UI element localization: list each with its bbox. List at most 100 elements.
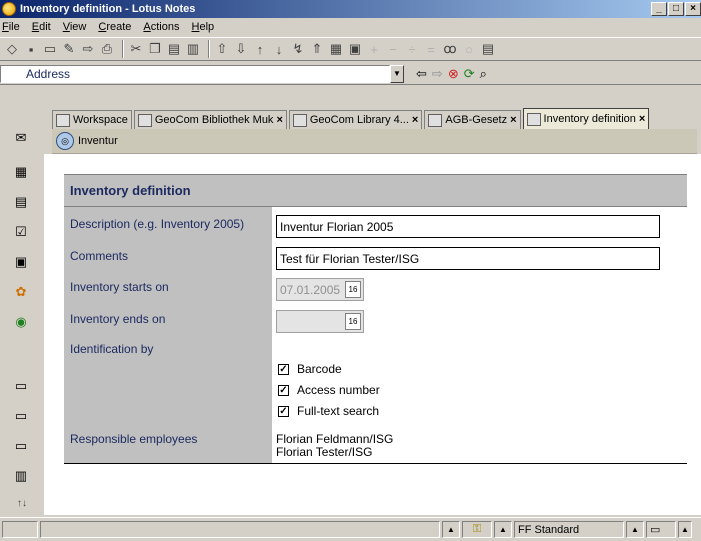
- document-header: ◎ Inventur: [52, 129, 697, 154]
- tab-label: GeoCom Bibliothek Muk: [154, 114, 274, 126]
- expand-section-icon[interactable]: ÷: [404, 41, 420, 57]
- forward-arrow-icon[interactable]: ⇨: [432, 66, 443, 82]
- inbox-icon[interactable]: ▭: [646, 521, 676, 538]
- cut-icon[interactable]: ✂: [128, 41, 144, 57]
- refresh-view-icon[interactable]: ▣: [347, 41, 363, 57]
- databases-bookmark-icon[interactable]: ◉: [10, 311, 32, 333]
- print-preview-icon[interactable]: ▤: [480, 41, 496, 57]
- bookmark-bar: ✉ ▦ ▤ ☑ ▣ ✿ ◉ ▭ ▭ ▭ ▥: [0, 127, 44, 517]
- edit-document-icon[interactable]: ✎: [61, 41, 77, 57]
- form-title: Inventory definition: [64, 174, 687, 207]
- tab-geocom-library[interactable]: GeoCom Library 4... ×: [288, 110, 423, 129]
- search-icon[interactable]: ○: [461, 41, 477, 57]
- move-bottom-icon[interactable]: ⇩: [233, 41, 249, 57]
- menu-file[interactable]: File: [2, 21, 20, 33]
- ends-on-date-field[interactable]: 16: [276, 310, 364, 333]
- view-icon[interactable]: ▦: [328, 41, 344, 57]
- todo-bookmark-icon[interactable]: ☑: [10, 221, 32, 243]
- toolbar-separator: [122, 40, 124, 58]
- minimize-button[interactable]: _: [651, 2, 667, 16]
- navigator-icon[interactable]: ◇: [4, 41, 20, 57]
- menu-create[interactable]: Create: [98, 21, 131, 33]
- search-web-icon[interactable]: ⌕: [480, 66, 487, 82]
- key-icon[interactable]: ⚿: [462, 521, 492, 538]
- comments-field[interactable]: Test für Florian Tester/ISG: [276, 247, 660, 270]
- paste-special-icon[interactable]: ▥: [185, 41, 201, 57]
- lotus-notes-app-icon[interactable]: [2, 2, 16, 16]
- tab-geocom-bibliothek[interactable]: GeoCom Bibliothek Muk ×: [133, 110, 287, 129]
- close-tab-icon[interactable]: ×: [412, 114, 418, 126]
- paragraph-style-selector[interactable]: FF Standard: [514, 521, 624, 538]
- move-down-icon[interactable]: ↓: [271, 41, 287, 57]
- save-icon[interactable]: ▪: [23, 41, 39, 57]
- close-tab-icon[interactable]: ×: [510, 114, 516, 126]
- access-number-checkbox[interactable]: ✓ Access number: [278, 383, 380, 397]
- menu-bar: File Edit View Create Actions Help: [0, 18, 701, 36]
- starts-on-date-field[interactable]: 07.01.2005 16: [276, 278, 364, 301]
- tab-workspace[interactable]: Workspace: [52, 110, 132, 129]
- checkbox-label: Barcode: [297, 362, 342, 376]
- responsible-employee: Florian Tester/ISG: [276, 445, 373, 459]
- navigation-buttons: ⇦ ⇨ ⊗ ⟳ ⌕: [416, 66, 492, 82]
- mail-bookmark-icon[interactable]: ✉: [10, 127, 32, 149]
- open-folder-icon[interactable]: ▭: [42, 41, 58, 57]
- open-database-folder-icon[interactable]: ▭: [10, 405, 32, 427]
- paste-icon[interactable]: ▤: [166, 41, 182, 57]
- status-message-area[interactable]: [40, 521, 440, 538]
- tab-label: GeoCom Library 4...: [309, 114, 409, 126]
- stop-icon[interactable]: ⊗: [448, 66, 459, 82]
- binoculars-icon[interactable]: ꝏ: [442, 41, 458, 57]
- print-icon[interactable]: ⎙: [99, 41, 115, 57]
- library-folder-icon[interactable]: ▥: [10, 465, 32, 487]
- close-tab-icon[interactable]: ×: [276, 114, 282, 126]
- tab-agb-gesetz[interactable]: AGB-Gesetz ×: [424, 110, 521, 129]
- comments-label: Comments: [70, 249, 129, 263]
- barcode-checkbox[interactable]: ✓ Barcode: [278, 362, 342, 376]
- previous-unread-icon[interactable]: ⇑: [309, 41, 325, 57]
- workspace-icon: [56, 113, 70, 127]
- move-top-icon[interactable]: ⇧: [214, 41, 230, 57]
- maximize-button[interactable]: □: [668, 2, 684, 16]
- replicator-bookmark-icon[interactable]: ▣: [10, 251, 32, 273]
- collapse-section-icon[interactable]: =: [423, 41, 439, 57]
- close-tab-icon[interactable]: ×: [639, 113, 645, 125]
- menu-edit[interactable]: Edit: [32, 21, 51, 33]
- full-text-search-checkbox[interactable]: ✓ Full-text search: [278, 404, 379, 418]
- calendar-picker-icon[interactable]: 16: [345, 313, 361, 330]
- description-label: Description (e.g. Inventory 2005): [70, 217, 245, 231]
- status-up-arrow-icon[interactable]: ▲: [494, 521, 512, 538]
- checkbox-checked-icon[interactable]: ✓: [278, 384, 289, 396]
- checkbox-checked-icon[interactable]: ✓: [278, 405, 289, 417]
- address-dropdown-button[interactable]: ▼: [390, 64, 404, 83]
- favorites-bookmark-icon[interactable]: ✿: [10, 281, 32, 303]
- status-up-arrow-icon[interactable]: ▲: [678, 521, 692, 538]
- menu-view[interactable]: View: [63, 21, 87, 33]
- description-field[interactable]: Inventur Florian 2005: [276, 215, 660, 238]
- applications-folder-icon[interactable]: ▭: [10, 435, 32, 457]
- bookmark-scroll-arrows[interactable]: ↑↓: [2, 498, 42, 514]
- status-up-arrow-icon[interactable]: ▲: [442, 521, 460, 538]
- more-bookmarks-folder-icon[interactable]: ▭: [10, 375, 32, 397]
- next-unread-icon[interactable]: ↯: [290, 41, 306, 57]
- checkbox-checked-icon[interactable]: ✓: [278, 363, 289, 375]
- tab-inventory-definition[interactable]: Inventory definition ×: [522, 108, 650, 129]
- identification-label: Identification by: [70, 342, 154, 356]
- close-window-button[interactable]: ×: [685, 2, 701, 16]
- move-up-icon[interactable]: ↑: [252, 41, 268, 57]
- calendar-bookmark-icon[interactable]: ▦: [10, 161, 32, 183]
- refresh-icon[interactable]: ⟳: [464, 66, 475, 82]
- collapse-all-icon[interactable]: −: [385, 41, 401, 57]
- menu-actions[interactable]: Actions: [143, 21, 179, 33]
- menu-help[interactable]: Help: [192, 21, 215, 33]
- status-up-arrow-icon[interactable]: ▲: [626, 521, 644, 538]
- form-label-column: [64, 207, 272, 463]
- address-book-bookmark-icon[interactable]: ▤: [10, 191, 32, 213]
- back-arrow-icon[interactable]: ⇦: [416, 66, 427, 82]
- calendar-picker-icon[interactable]: 16: [345, 281, 361, 298]
- forward-icon[interactable]: ⇨: [80, 41, 96, 57]
- document-content: Inventory definition Description (e.g. I…: [44, 154, 701, 515]
- starts-on-label: Inventory starts on: [70, 280, 169, 294]
- expand-all-icon[interactable]: +: [366, 41, 382, 57]
- status-indicator[interactable]: [2, 521, 38, 538]
- copy-icon[interactable]: ❐: [147, 41, 163, 57]
